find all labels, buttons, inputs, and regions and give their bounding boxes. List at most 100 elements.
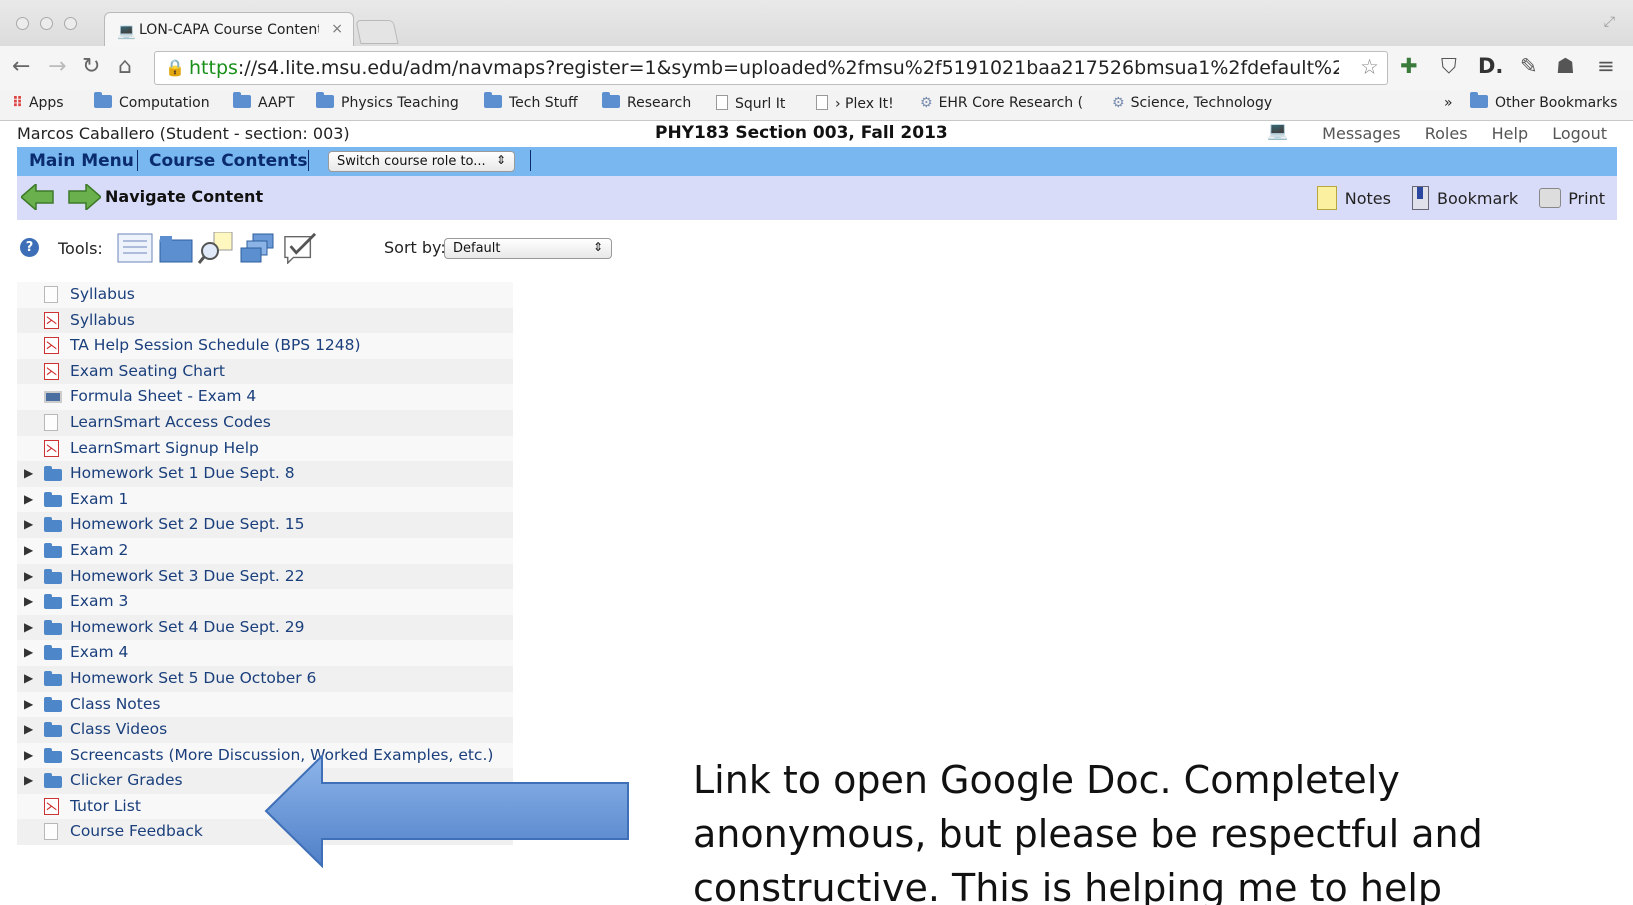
list-item-link[interactable]: Syllabus bbox=[70, 285, 135, 303]
bookmark-computation[interactable]: Computation bbox=[94, 92, 210, 111]
list-item[interactable]: ▶ Exam 4 bbox=[17, 640, 513, 666]
list-item-link[interactable]: LearnSmart Signup Help bbox=[70, 439, 259, 457]
list-item[interactable]: ⋋ Syllabus bbox=[17, 307, 513, 334]
print-button[interactable]: Print bbox=[1539, 188, 1605, 208]
list-item[interactable]: ▶ Exam 3 bbox=[17, 589, 513, 615]
switch-role-select[interactable]: Switch course role to... ⇕ bbox=[328, 151, 515, 172]
expand-triangle-icon[interactable]: ▶ bbox=[24, 620, 33, 634]
zoom-window-button[interactable] bbox=[64, 17, 77, 30]
bookmarks-overflow-button[interactable]: » bbox=[1444, 95, 1453, 111]
expand-triangle-icon[interactable]: ▶ bbox=[24, 492, 33, 506]
list-item-link[interactable]: Clicker Grades bbox=[70, 771, 183, 789]
list-item[interactable]: ▶ Exam 1 bbox=[17, 486, 513, 513]
list-item-link[interactable]: Class Notes bbox=[70, 695, 160, 713]
list-item-link[interactable]: Class Videos bbox=[70, 720, 167, 738]
expand-triangle-icon[interactable]: ▶ bbox=[24, 543, 33, 557]
bookmark-ehr-core-research[interactable]: ⚙ EHR Core Research ( bbox=[920, 95, 1083, 111]
main-menu-link[interactable]: Main Menu bbox=[29, 151, 134, 171]
laptop-icon[interactable]: 💻 bbox=[1267, 121, 1288, 141]
expand-triangle-icon[interactable]: ▶ bbox=[24, 645, 33, 659]
bookmark-science-technology[interactable]: ⚙ Science, Technology bbox=[1112, 95, 1272, 111]
list-item[interactable]: ▶ Homework Set 2 Due Sept. 15 bbox=[17, 512, 513, 538]
address-bar[interactable]: 🔒 https://s4.lite.msu.edu/adm/navmaps?re… bbox=[154, 51, 1388, 85]
close-window-button[interactable] bbox=[16, 17, 29, 30]
sort-by-select[interactable]: Default ⇕ bbox=[444, 238, 612, 259]
notes-button[interactable]: Notes bbox=[1316, 186, 1391, 210]
list-item-link[interactable]: Exam 4 bbox=[70, 643, 128, 661]
wrench-icon[interactable]: ✎ bbox=[1520, 54, 1538, 78]
list-item[interactable]: ▶ Homework Set 5 Due October 6 bbox=[17, 665, 513, 692]
list-item-link[interactable]: Tutor List bbox=[70, 797, 141, 815]
list-item-link[interactable]: Homework Set 4 Due Sept. 29 bbox=[70, 618, 304, 636]
list-item-link[interactable]: Exam 1 bbox=[70, 490, 128, 508]
list-item-link[interactable]: Homework Set 3 Due Sept. 22 bbox=[70, 567, 304, 585]
minimize-window-button[interactable] bbox=[40, 17, 53, 30]
bookmark-aapt[interactable]: AAPT bbox=[233, 92, 295, 111]
list-item[interactable]: ⋋ Exam Seating Chart bbox=[17, 358, 513, 385]
list-view-icon[interactable] bbox=[117, 232, 153, 264]
forward-icon[interactable]: → bbox=[48, 54, 66, 79]
incognito-icon[interactable]: ☗ bbox=[1556, 54, 1575, 78]
list-item[interactable]: Syllabus bbox=[17, 282, 513, 308]
star-bookmark-icon[interactable]: ☆ bbox=[1360, 55, 1379, 79]
list-item[interactable]: ▶ Class Notes bbox=[17, 691, 513, 718]
next-arrow-icon[interactable] bbox=[67, 184, 101, 210]
list-item[interactable]: LearnSmart Access Codes bbox=[17, 409, 513, 436]
expand-triangle-icon[interactable]: ▶ bbox=[24, 748, 33, 762]
checkmark-icon[interactable] bbox=[282, 232, 318, 264]
browser-tab[interactable]: 💻 LON-CAPA Course Content × bbox=[104, 12, 354, 46]
expand-triangle-icon[interactable]: ▶ bbox=[24, 773, 33, 787]
list-item-link[interactable]: Homework Set 2 Due Sept. 15 bbox=[70, 515, 304, 533]
list-item-link[interactable]: LearnSmart Access Codes bbox=[70, 413, 271, 431]
roles-link[interactable]: Roles bbox=[1425, 124, 1468, 143]
course-contents-link[interactable]: Course Contents bbox=[149, 151, 307, 171]
reload-icon[interactable]: ↻ bbox=[82, 54, 100, 79]
menu-icon[interactable]: ≡ bbox=[1597, 54, 1615, 78]
list-item-link[interactable]: TA Help Session Schedule (BPS 1248) bbox=[70, 336, 361, 354]
search-icon[interactable] bbox=[198, 232, 234, 264]
list-item[interactable]: Formula Sheet - Exam 4 bbox=[17, 384, 513, 410]
list-item-link[interactable]: Exam 3 bbox=[70, 592, 128, 610]
list-item-link[interactable]: Exam 2 bbox=[70, 541, 128, 559]
expand-triangle-icon[interactable]: ▶ bbox=[24, 697, 33, 711]
list-item-link[interactable]: Formula Sheet - Exam 4 bbox=[70, 387, 256, 405]
windows-icon[interactable] bbox=[239, 232, 275, 264]
bookmark-apps[interactable]: ⠿ Apps bbox=[12, 95, 64, 111]
expand-triangle-icon[interactable]: ▶ bbox=[24, 722, 33, 736]
list-item[interactable]: ⋋ TA Help Session Schedule (BPS 1248) bbox=[17, 333, 513, 359]
list-item[interactable]: ▶ Class Videos bbox=[17, 717, 513, 743]
list-item-link[interactable]: Homework Set 1 Due Sept. 8 bbox=[70, 464, 295, 482]
pocket-icon[interactable]: ⛉ bbox=[1441, 54, 1457, 79]
fullscreen-icon[interactable]: ⤢ bbox=[1604, 14, 1615, 30]
list-item[interactable]: ▶ Homework Set 3 Due Sept. 22 bbox=[17, 563, 513, 590]
bookmark-physics-teaching[interactable]: Physics Teaching bbox=[316, 92, 459, 111]
list-item-link[interactable]: Syllabus bbox=[70, 311, 135, 329]
expand-triangle-icon[interactable]: ▶ bbox=[24, 517, 33, 531]
bookmark-squrl-it[interactable]: Squrl It bbox=[716, 95, 785, 112]
url-text[interactable]: https://s4.lite.msu.edu/adm/navmaps?regi… bbox=[189, 57, 1339, 79]
list-item[interactable]: ▶ Homework Set 1 Due Sept. 8 bbox=[17, 461, 513, 487]
messages-link[interactable]: Messages bbox=[1322, 124, 1400, 143]
expand-triangle-icon[interactable]: ▶ bbox=[24, 466, 33, 480]
home-icon[interactable]: ⌂ bbox=[118, 54, 132, 79]
folder-view-icon[interactable] bbox=[158, 232, 194, 264]
bookmark-tech-stuff[interactable]: Tech Stuff bbox=[484, 92, 578, 111]
list-item-link[interactable]: Homework Set 5 Due October 6 bbox=[70, 669, 316, 687]
list-item[interactable]: ⋋ LearnSmart Signup Help bbox=[17, 435, 513, 462]
readability-icon[interactable]: D. bbox=[1478, 54, 1503, 78]
list-item-link[interactable]: Exam Seating Chart bbox=[70, 362, 225, 380]
bookmark-research[interactable]: Research bbox=[602, 92, 691, 111]
new-tab-button[interactable] bbox=[355, 20, 399, 44]
expand-triangle-icon[interactable]: ▶ bbox=[24, 671, 33, 685]
logout-link[interactable]: Logout bbox=[1552, 124, 1607, 143]
bookmark-button[interactable]: Bookmark bbox=[1412, 186, 1518, 210]
expand-triangle-icon[interactable]: ▶ bbox=[24, 594, 33, 608]
close-tab-icon[interactable]: × bbox=[331, 21, 343, 37]
back-icon[interactable]: ← bbox=[12, 54, 30, 79]
help-link[interactable]: Help bbox=[1492, 124, 1528, 143]
bookmark-other-bookmarks[interactable]: Other Bookmarks bbox=[1470, 92, 1617, 111]
list-item-link[interactable]: Course Feedback bbox=[70, 822, 203, 840]
help-icon[interactable]: ? bbox=[20, 238, 39, 257]
list-item[interactable]: ▶ Exam 2 bbox=[17, 537, 513, 564]
list-item[interactable]: ▶ Homework Set 4 Due Sept. 29 bbox=[17, 614, 513, 641]
